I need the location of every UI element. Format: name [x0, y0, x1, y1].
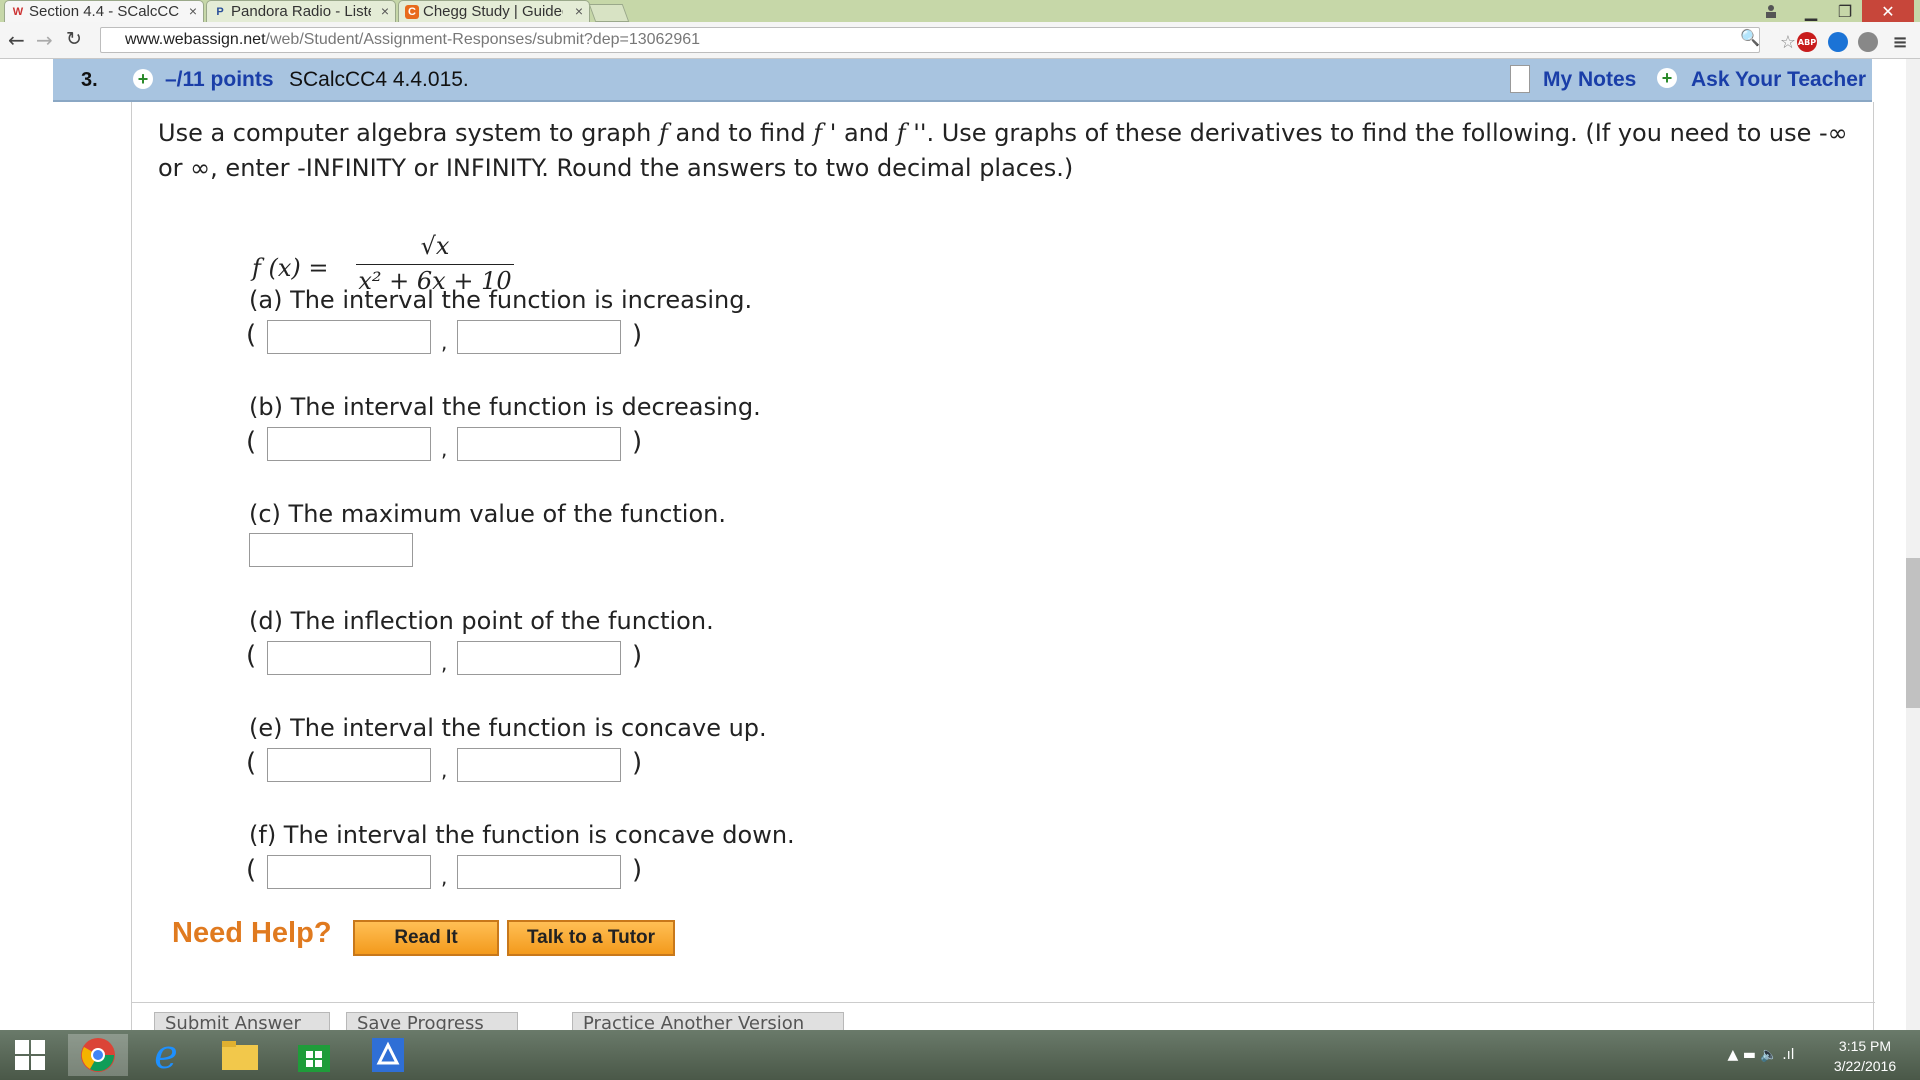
url-path: /web/Student/Assignment-Responses/submit… — [265, 31, 701, 48]
part-a-left-input[interactable] — [267, 320, 431, 354]
pandora-icon: P — [216, 5, 224, 18]
open-paren: ( — [246, 855, 257, 885]
my-notes-link[interactable]: My Notes — [1543, 68, 1636, 92]
close-paren: ) — [632, 855, 643, 885]
close-paren: ) — [632, 748, 643, 778]
ask-teacher-link[interactable]: Ask Your Teacher — [1691, 68, 1866, 92]
content-divider — [132, 1002, 1875, 1003]
expand-plus-icon[interactable]: + — [133, 69, 153, 89]
question-id: SCalcCC4 4.4.015. — [289, 68, 469, 91]
minimize-icon[interactable]: ▁ — [1794, 0, 1828, 22]
back-icon[interactable]: ← — [8, 28, 25, 52]
open-paren: ( — [246, 427, 257, 457]
numerator: √x — [356, 232, 514, 265]
part-f-right-input[interactable] — [457, 855, 621, 889]
comma: , — [441, 437, 448, 461]
comma: , — [441, 330, 448, 354]
close-tab-icon[interactable]: × — [381, 3, 389, 19]
webassign-icon: W — [12, 5, 24, 18]
chegg-icon: C — [405, 4, 419, 19]
formula-lhs: f (x) = — [252, 254, 329, 282]
tab-chegg[interactable]: C Chegg Study | Guided × — [398, 0, 590, 22]
page-viewport: 3. + –/11 points SCalcCC4 4.4.015. My No… — [0, 59, 1906, 1030]
chrome-icon[interactable] — [68, 1034, 128, 1076]
zoom-icon[interactable]: 🔍 — [1740, 28, 1760, 47]
windows-taskbar — [0, 1030, 1920, 1080]
part-c-input[interactable] — [249, 533, 413, 567]
close-paren: ) — [632, 320, 643, 350]
part-a-right-input[interactable] — [457, 320, 621, 354]
file-explorer-icon[interactable] — [218, 1034, 262, 1076]
tab-strip: W Section 4.4 - SCalcCC × P Pandora Radi… — [0, 0, 1920, 22]
part-f-left-input[interactable] — [267, 855, 431, 889]
comma: , — [441, 758, 448, 782]
part-b-left-input[interactable] — [267, 427, 431, 461]
tab-pandora[interactable]: P Pandora Radio - Listen × — [206, 0, 396, 22]
comma: , — [441, 651, 448, 675]
part-e-left-input[interactable] — [267, 748, 431, 782]
question-body: Use a computer algebra system to graph f… — [131, 102, 1875, 1030]
system-tray[interactable]: ▲ ▬ 🔈 .ıl — [1706, 1034, 1816, 1076]
notes-icon — [1510, 65, 1530, 93]
part-b-right-input[interactable] — [457, 427, 621, 461]
documents-icon[interactable] — [366, 1034, 410, 1076]
user-icon[interactable] — [1756, 0, 1786, 22]
browser-toolbar: ← → ↻ www.webassign.net/web/Student/Assi… — [0, 22, 1920, 59]
tab-label: Chegg Study | Guided — [423, 3, 563, 20]
practice-another-version-button[interactable]: Practice Another Version — [572, 1012, 844, 1030]
question-number: 3. — [81, 69, 98, 91]
new-tab-button[interactable] — [588, 4, 630, 22]
star-icon[interactable]: ☆ — [1778, 32, 1798, 53]
tab-section-4-4[interactable]: W Section 4.4 - SCalcCC × — [4, 0, 204, 22]
adblock-icon[interactable]: ABP — [1797, 32, 1817, 52]
start-icon[interactable] — [8, 1034, 52, 1076]
part-e-right-input[interactable] — [457, 748, 621, 782]
comma: , — [441, 865, 448, 889]
close-tab-icon[interactable]: × — [189, 3, 197, 19]
tab-label: Pandora Radio - Listen — [231, 3, 371, 20]
question-header: 3. + –/11 points SCalcCC4 4.4.015. My No… — [53, 59, 1872, 102]
page-scrollbar[interactable] — [1906, 59, 1920, 1030]
save-progress-button[interactable]: Save Progress — [346, 1012, 518, 1030]
part-b-label: (b) The interval the function is decreas… — [249, 393, 761, 421]
close-paren: ) — [632, 427, 643, 457]
scrollbar-thumb[interactable] — [1906, 558, 1920, 708]
clock-date: 3/22/2016 — [1833, 1058, 1897, 1074]
part-c-label: (c) The maximum value of the function. — [249, 500, 726, 528]
internet-explorer-icon[interactable]: e — [144, 1032, 188, 1078]
tab-label: Section 4.4 - SCalcCC — [29, 3, 180, 20]
close-paren: ) — [632, 641, 643, 671]
ask-plus-icon[interactable]: + — [1657, 68, 1677, 88]
url-host: www.webassign.net — [125, 31, 266, 48]
address-bar[interactable]: www.webassign.net/web/Student/Assignment… — [100, 27, 1760, 53]
part-f-label: (f) The interval the function is concave… — [249, 821, 795, 849]
instructions: Use a computer algebra system to graph f… — [158, 119, 1848, 182]
read-it-button[interactable]: Read It — [352, 919, 500, 957]
part-d-left-input[interactable] — [267, 641, 431, 675]
extension-gray-icon[interactable] — [1858, 32, 1878, 52]
menu-icon[interactable]: ≡ — [1890, 32, 1910, 53]
talk-to-tutor-button[interactable]: Talk to a Tutor — [506, 919, 676, 957]
close-window-icon[interactable]: ✕ — [1862, 0, 1914, 22]
extension-blue-icon[interactable] — [1828, 32, 1848, 52]
forward-icon[interactable]: → — [36, 28, 53, 52]
open-paren: ( — [246, 320, 257, 350]
reload-icon[interactable]: ↻ — [66, 28, 82, 50]
store-icon[interactable] — [292, 1034, 336, 1076]
part-e-label: (e) The interval the function is concave… — [249, 714, 767, 742]
close-tab-icon[interactable]: × — [575, 3, 583, 19]
clock-time: 3:15 PM — [1838, 1038, 1892, 1054]
part-d-label: (d) The inflection point of the function… — [249, 607, 714, 635]
part-a-label: (a) The interval the function is increas… — [249, 286, 753, 314]
need-help-label: Need Help? — [172, 917, 332, 949]
open-paren: ( — [246, 641, 257, 671]
taskbar-clock[interactable]: 3:15 PM 3/22/2016 — [1820, 1036, 1910, 1076]
open-paren: ( — [246, 748, 257, 778]
submit-answer-button[interactable]: Submit Answer — [154, 1012, 330, 1030]
points-link[interactable]: –/11 points — [165, 68, 274, 92]
restore-icon[interactable]: ❐ — [1828, 0, 1862, 22]
part-d-right-input[interactable] — [457, 641, 621, 675]
